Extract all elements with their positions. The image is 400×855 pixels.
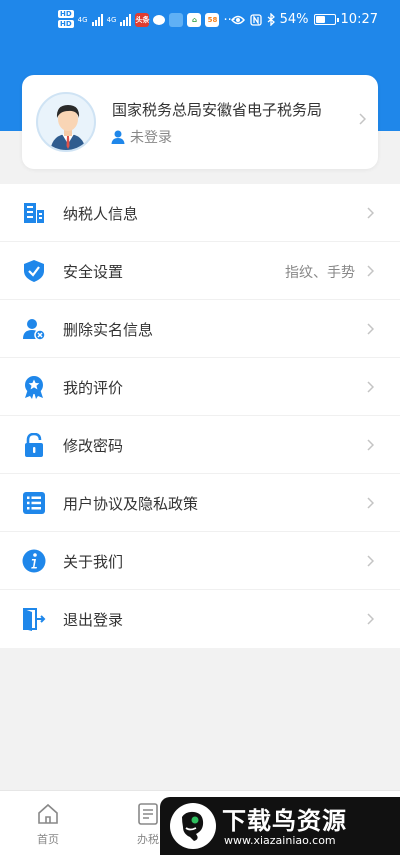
login-status[interactable]: 未登录 — [110, 127, 172, 147]
hd-badges: HD HD — [58, 10, 74, 30]
watermark-title: 下载鸟资源 — [222, 807, 347, 835]
avatar — [36, 92, 96, 152]
blue-app-icon — [169, 13, 184, 27]
network-label-2: 4G — [106, 16, 117, 24]
menu-label: 关于我们 — [63, 553, 124, 571]
home-icon — [38, 803, 58, 824]
network-label-1: 4G — [77, 16, 88, 24]
battery-percent: 54% — [279, 12, 309, 27]
badge-star-icon — [25, 376, 43, 399]
user-remove-icon — [23, 319, 46, 341]
chevron-right-icon — [367, 439, 374, 451]
menu-label: 用户协议及隐私政策 — [63, 495, 199, 513]
hd-badge-2: HD — [58, 20, 74, 28]
menu-item-user-agreement[interactable]: 用户协议及隐私政策 — [0, 474, 400, 532]
chevron-right-icon — [367, 323, 374, 335]
tab-home[interactable]: 首页 — [36, 803, 60, 847]
home-app-icon: ⌂ — [187, 13, 202, 27]
menu-label: 删除实名信息 — [63, 321, 154, 339]
menu-item-change-password[interactable]: 修改密码 — [0, 416, 400, 474]
profile-card[interactable]: 国家税务总局安徽省电子税务局 未登录 — [22, 75, 378, 169]
status-bar-right: 54% 10:27 — [230, 12, 378, 27]
settings-menu: 纳税人信息 安全设置 指纹、手势 删除实名信息 我的评价 修改密码 用户协议及隐… — [0, 184, 400, 648]
menu-item-delete-realname[interactable]: 删除实名信息 — [0, 300, 400, 358]
chevron-right-icon — [367, 265, 374, 277]
lock-icon — [25, 433, 43, 457]
menu-value: 指纹、手势 — [285, 265, 355, 281]
menu-item-security-settings[interactable]: 安全设置 指纹、手势 — [0, 242, 400, 300]
document-icon — [138, 803, 158, 825]
list-icon — [23, 492, 45, 514]
eye-icon — [230, 15, 245, 24]
user-icon — [111, 130, 125, 144]
status-bar: HD HD 4G 4G 头条 ⌂ 58 ··· 54% 10:27 — [0, 0, 400, 44]
menu-label: 纳税人信息 — [63, 205, 139, 223]
tab-label: 办税 — [137, 833, 159, 846]
login-status-text: 未登录 — [130, 130, 172, 146]
avatar-person-icon — [50, 105, 86, 150]
chevron-right-icon — [359, 113, 366, 125]
tab-label: 首页 — [37, 833, 59, 846]
exit-icon — [23, 608, 46, 631]
menu-label: 修改密码 — [63, 437, 124, 455]
signal-icon-2 — [120, 14, 132, 26]
menu-label: 安全设置 — [63, 263, 124, 281]
signal-icon — [91, 14, 103, 26]
nfc-icon — [249, 13, 262, 26]
clock: 10:27 — [340, 12, 378, 27]
bluetooth-icon — [267, 13, 275, 26]
hd-badge-1: HD — [58, 10, 74, 18]
chevron-right-icon — [367, 207, 374, 219]
message-app-icon — [153, 15, 166, 25]
toutiao-app-icon: 头条 — [135, 13, 150, 27]
info-icon — [22, 549, 46, 573]
menu-item-taxpayer-info[interactable]: 纳税人信息 — [0, 184, 400, 242]
chevron-right-icon — [367, 497, 374, 509]
chevron-right-icon — [367, 555, 374, 567]
menu-item-about-us[interactable]: 关于我们 — [0, 532, 400, 590]
watermark-logo — [170, 803, 216, 849]
watermark-url: www.xiazainiao.com — [224, 834, 336, 847]
app-58-icon: 58 — [205, 13, 220, 27]
menu-label: 我的评价 — [63, 379, 124, 397]
battery-icon — [313, 14, 339, 25]
chevron-right-icon — [367, 613, 374, 625]
menu-item-logout[interactable]: 退出登录 — [0, 590, 400, 648]
shield-icon — [24, 260, 44, 282]
status-bar-left: HD HD 4G 4G 头条 ⌂ 58 ··· — [58, 10, 236, 30]
building-icon — [24, 203, 44, 223]
menu-item-my-evaluation[interactable]: 我的评价 — [0, 358, 400, 416]
watermark: 下载鸟资源 www.xiazainiao.com — [160, 797, 400, 855]
menu-label: 退出登录 — [63, 611, 124, 629]
bird-logo-icon — [182, 811, 204, 841]
chevron-right-icon — [367, 381, 374, 393]
profile-name: 国家税务总局安徽省电子税务局 — [112, 101, 323, 119]
tab-tax[interactable]: 办税 — [136, 803, 160, 847]
